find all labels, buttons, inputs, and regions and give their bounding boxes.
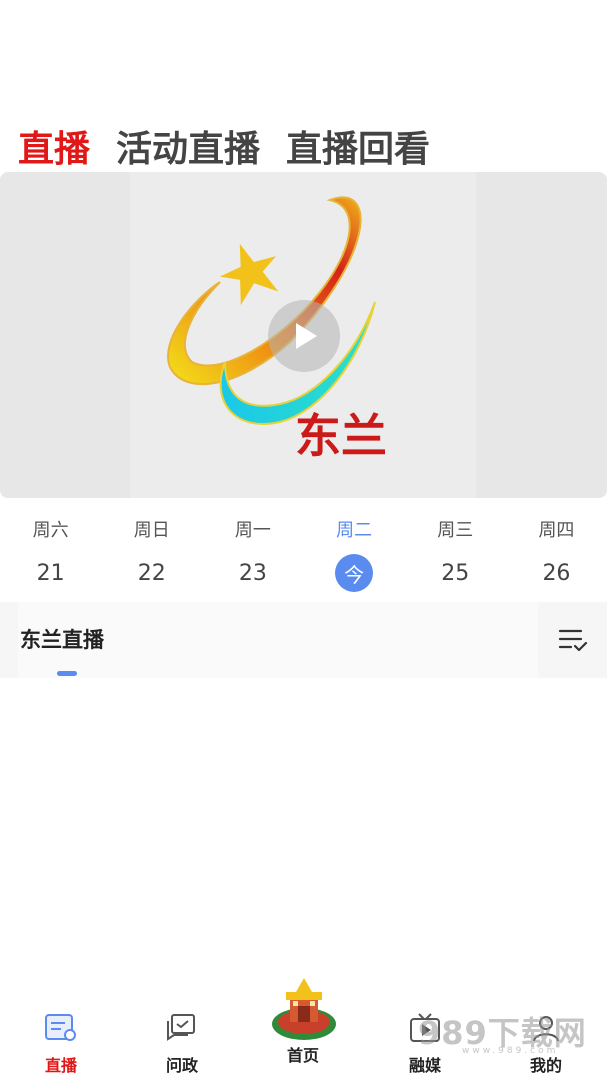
date-number: 25 bbox=[441, 560, 470, 586]
channel-bar: 东兰直播 bbox=[0, 602, 607, 678]
date-selector: 周六 21 周日 22 周一 23 周二 今 周三 25 周四 26 bbox=[0, 500, 607, 602]
video-player[interactable]: 东兰 bbox=[0, 172, 607, 498]
nav-media-label: 融媒 bbox=[408, 1056, 441, 1075]
date-item-today[interactable]: 周二 今 bbox=[304, 500, 405, 602]
date-number: 22 bbox=[137, 560, 166, 586]
tab-live[interactable]: 直播 bbox=[18, 126, 90, 178]
date-item-mon[interactable]: 周一 23 bbox=[202, 500, 303, 602]
channel-menu-button[interactable] bbox=[557, 624, 589, 656]
list-check-icon bbox=[558, 629, 588, 652]
top-tabs: 直播 活动直播 直播回看 bbox=[18, 114, 456, 178]
channel-tabs: 东兰直播 bbox=[18, 602, 538, 678]
weekday-label: 周二 bbox=[336, 520, 373, 541]
weekday-label: 周四 bbox=[538, 520, 575, 541]
home-emblem-icon[interactable] bbox=[268, 974, 340, 1046]
weekday-label: 周六 bbox=[32, 520, 69, 541]
date-item-thu[interactable]: 周四 26 bbox=[506, 500, 607, 602]
svg-text:东兰: 东兰 bbox=[295, 409, 387, 463]
watermark-sub: www.989.com bbox=[462, 1046, 559, 1056]
weekday-label: 周日 bbox=[133, 520, 170, 541]
weekday-label: 周一 bbox=[234, 520, 271, 541]
today-badge: 今 bbox=[335, 554, 374, 592]
nav-live[interactable]: 直播 bbox=[21, 1012, 101, 1076]
play-icon bbox=[296, 323, 317, 349]
date-item-sun[interactable]: 周日 22 bbox=[101, 500, 202, 602]
chat-icon bbox=[167, 1014, 195, 1041]
tab-event-live[interactable]: 活动直播 bbox=[116, 126, 260, 174]
weekday-label: 周三 bbox=[437, 520, 474, 541]
date-item-sat[interactable]: 周六 21 bbox=[0, 500, 101, 602]
tab-replay[interactable]: 直播回看 bbox=[286, 126, 430, 174]
nav-live-label: 直播 bbox=[44, 1056, 77, 1075]
date-item-wed[interactable]: 周三 25 bbox=[405, 500, 506, 602]
date-number: 21 bbox=[36, 560, 65, 586]
date-number: 26 bbox=[542, 560, 571, 586]
play-button[interactable] bbox=[268, 300, 340, 372]
date-number: 23 bbox=[238, 560, 267, 586]
watermark: 989下载网 www.989.com bbox=[418, 1008, 587, 1056]
live-icon bbox=[45, 1014, 76, 1041]
channel-tab-donglan[interactable]: 东兰直播 bbox=[20, 624, 104, 654]
channel-tab-indicator bbox=[57, 671, 77, 676]
nav-inquiry-label: 问政 bbox=[165, 1056, 198, 1075]
nav-inquiry[interactable]: 问政 bbox=[142, 1012, 222, 1076]
